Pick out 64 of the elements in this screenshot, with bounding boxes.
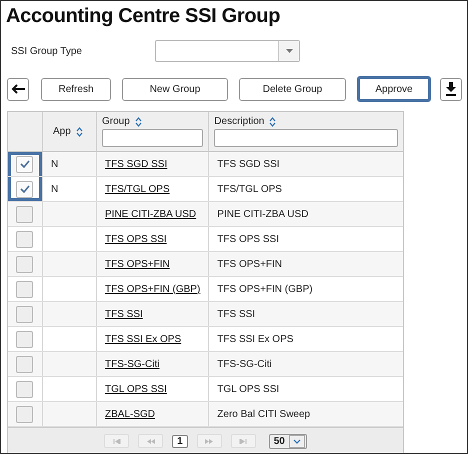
group-link[interactable]: TFS OPS+FIN (GBP) — [105, 284, 200, 294]
download-button[interactable] — [440, 78, 462, 100]
table-cell: TFS OPS+FIN — [217, 258, 282, 270]
table-cell: N — [51, 158, 58, 170]
last-page-icon — [239, 438, 248, 444]
table-cell: TGL OPS SSI — [217, 384, 280, 394]
column-header[interactable]: App — [53, 126, 71, 137]
column-header[interactable]: Description — [214, 116, 264, 127]
table-cell: TFS SSI Ex OPS — [217, 334, 294, 344]
table-cell: PINE CITI-ZBA USD — [217, 208, 308, 220]
checkmark-icon — [20, 160, 30, 168]
row-checkbox[interactable] — [16, 256, 33, 272]
row-checkbox[interactable] — [16, 306, 33, 322]
table-cell: TFS OPS SSI — [217, 234, 279, 244]
row-checkbox[interactable] — [16, 356, 33, 372]
dropdown-arrow-icon — [286, 49, 292, 53]
row-checkbox[interactable] — [16, 180, 33, 198]
toolbar-button[interactable]: New Group — [122, 78, 228, 100]
page-size-dropdown[interactable]: 50 — [268, 434, 307, 448]
group-link[interactable]: TGL OPS SSI — [105, 384, 167, 394]
first-page-button[interactable] — [104, 434, 130, 448]
row-checkbox[interactable] — [16, 230, 33, 248]
table-cell: TFS SSI — [217, 308, 256, 320]
table-cell: TFS SGD SSI — [217, 158, 280, 170]
table-cell: TFS OPS+FIN (GBP) — [217, 284, 313, 294]
table-cell: N — [51, 184, 58, 194]
toolbar-button[interactable]: Approve — [357, 76, 431, 102]
column-header[interactable]: Group — [102, 116, 130, 127]
row-checkbox[interactable] — [16, 380, 33, 398]
next-page-button[interactable] — [196, 434, 222, 448]
first-page-icon — [112, 438, 121, 444]
group-link[interactable]: ZBAL-SGD — [105, 408, 156, 420]
group-link[interactable]: TFS SSI Ex OPS — [105, 334, 182, 344]
group-link[interactable]: TFS/TGL OPS — [105, 184, 170, 194]
caret-icon — [292, 438, 301, 444]
column-filter-field[interactable] — [214, 129, 398, 147]
back-button[interactable] — [7, 78, 29, 100]
page-title: Accounting Centre SSI Group — [6, 5, 282, 28]
column-filter-field[interactable] — [102, 129, 204, 147]
toolbar-button[interactable]: Refresh — [41, 78, 111, 100]
last-page-button[interactable] — [230, 434, 256, 448]
previous-page-button[interactable] — [138, 434, 164, 448]
toolbar-button[interactable]: Delete Group — [239, 78, 346, 100]
back-arrow-icon — [11, 84, 25, 94]
group-link[interactable]: TFS SSI — [105, 308, 143, 320]
row-checkbox[interactable] — [16, 280, 33, 298]
sort-icon[interactable] — [76, 126, 83, 136]
double-right-arrow-icon — [204, 438, 214, 444]
current-page[interactable]: 1 — [172, 434, 188, 448]
row-checkbox[interactable] — [16, 206, 33, 222]
row-checkbox[interactable] — [16, 156, 33, 172]
filter-label: SSI Group Type — [11, 46, 83, 56]
sort-icon[interactable] — [269, 116, 276, 126]
table-cell: Zero Bal CITI Sweep — [217, 408, 310, 420]
row-checkbox[interactable] — [16, 406, 33, 422]
group-link[interactable]: TFS OPS SSI — [105, 234, 167, 244]
table-cell: TFS/TGL OPS — [217, 184, 282, 194]
checkmark-icon — [20, 185, 30, 193]
group-type-dropdown[interactable] — [155, 40, 300, 62]
download-icon — [445, 82, 457, 96]
sort-icon[interactable] — [134, 116, 142, 126]
row-checkbox[interactable] — [16, 330, 33, 348]
table-cell: TFS-SG-Citi — [217, 358, 272, 370]
double-left-arrow-icon — [146, 438, 156, 444]
